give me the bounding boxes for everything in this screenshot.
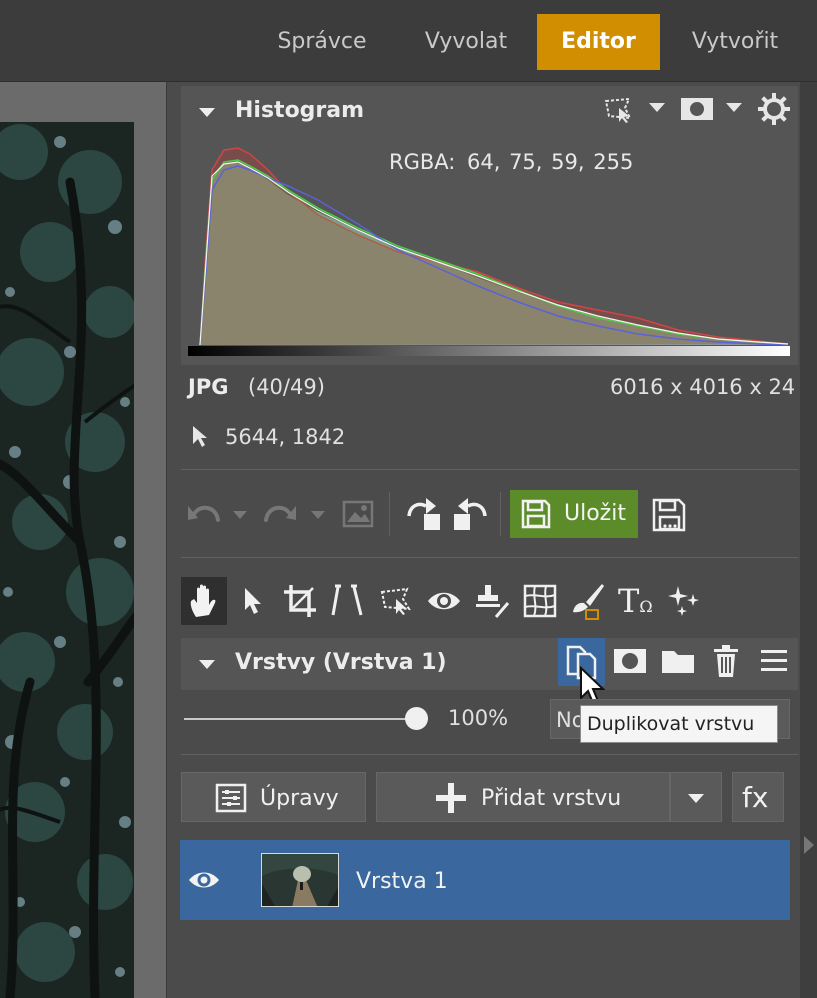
add-layer-button[interactable]: Přidat vrstvu	[376, 772, 670, 822]
folder-icon[interactable]	[660, 647, 696, 675]
image-canvas-area[interactable]	[0, 82, 166, 998]
tab-vytvorit[interactable]: Vytvořit	[676, 14, 794, 70]
file-index: (40/49)	[248, 375, 325, 399]
opacity-slider-handle[interactable]	[405, 707, 428, 730]
opacity-slider-track[interactable]	[184, 718, 416, 720]
opacity-value: 100%	[448, 706, 509, 730]
brush-icon[interactable]	[570, 582, 606, 620]
tab-vyvolat[interactable]: Vyvolat	[406, 14, 526, 70]
save-icon	[521, 499, 551, 529]
histogram-title: Histogram	[235, 98, 365, 123]
file-format: JPG	[188, 375, 229, 399]
chevron-down-icon	[688, 794, 704, 803]
adjustments-button[interactable]: Úpravy	[181, 772, 366, 822]
save-as-icon[interactable]	[651, 497, 687, 533]
layer-mask-icon[interactable]	[613, 648, 647, 674]
eye-icon[interactable]	[426, 588, 462, 614]
divider	[181, 754, 798, 755]
top-nav-bar: Správce Vyvolat Editor Vytvořit	[0, 0, 817, 82]
layer-visibility-eye-icon[interactable]	[187, 868, 221, 892]
fx-label: fx	[742, 781, 769, 814]
selection-mode-icon[interactable]	[603, 96, 635, 124]
panel-collapse-strip[interactable]	[800, 82, 817, 998]
trash-icon[interactable]	[712, 644, 740, 678]
perspective-grid-icon[interactable]	[522, 583, 558, 619]
photo-preview[interactable]	[0, 122, 134, 998]
app-window: Správce Vyvolat Editor Vytvořit Histogra…	[0, 0, 817, 998]
lasso-selection-icon[interactable]	[379, 586, 413, 616]
redo-dropdown-icon[interactable]	[311, 511, 325, 519]
layer-name: Vrstva 1	[356, 869, 448, 894]
clone-stamp-icon[interactable]	[474, 583, 510, 619]
collapse-caret-icon[interactable]	[199, 660, 215, 669]
mask-dropdown-icon[interactable]	[726, 103, 742, 112]
text-tool-icon[interactable]: TΩ	[618, 582, 653, 620]
menu-icon[interactable]	[760, 648, 788, 674]
toolbar-separator	[389, 492, 390, 536]
adjustments-icon	[215, 783, 247, 813]
rgba-label: RGBA:	[389, 150, 456, 174]
gear-icon[interactable]	[757, 92, 791, 126]
divider	[181, 469, 798, 470]
undo-dropdown-icon[interactable]	[233, 511, 247, 519]
undo-icon[interactable]	[186, 500, 222, 532]
mask-mode-icon[interactable]	[680, 97, 714, 121]
tooltip: Duplikovat vrstvu	[580, 705, 778, 743]
hand-tool-button[interactable]	[181, 577, 227, 625]
tab-editor[interactable]: Editor	[537, 14, 660, 70]
save-button-label: Uložit	[564, 501, 626, 526]
hand-icon	[190, 584, 216, 617]
save-button[interactable]: Uložit	[510, 490, 638, 538]
selection-dropdown-icon[interactable]	[649, 103, 665, 112]
rgba-value: 64, 75, 59, 255	[467, 150, 634, 174]
add-layer-dropdown-button[interactable]	[670, 772, 722, 822]
rotate-left-icon[interactable]	[404, 496, 442, 532]
image-dimensions: 6016 x 4016 x 24	[610, 375, 796, 399]
plus-icon	[436, 783, 466, 813]
redo-icon[interactable]	[262, 500, 298, 532]
crop-icon[interactable]	[283, 584, 317, 618]
adjustments-label: Úpravy	[260, 786, 339, 811]
rotate-right-icon[interactable]	[452, 496, 490, 532]
divider	[181, 557, 798, 558]
layers-header[interactable]: Vrstvy (Vrstva 1)	[181, 638, 798, 690]
tab-spravce[interactable]: Správce	[262, 14, 382, 70]
layer-thumbnail-image	[262, 854, 338, 906]
layers-title: Vrstvy (Vrstva 1)	[235, 650, 447, 675]
sparkle-effects-icon[interactable]	[666, 584, 702, 618]
toolbar-separator	[500, 492, 501, 536]
straighten-icon[interactable]	[330, 583, 364, 619]
cursor-icon	[193, 426, 207, 447]
add-layer-label: Přidat vrstvu	[481, 786, 622, 811]
layer-thumbnail[interactable]	[261, 853, 339, 907]
cursor-position: 5644, 1842	[225, 425, 346, 449]
collapse-caret-icon[interactable]	[199, 108, 215, 117]
chevron-right-icon[interactable]	[804, 836, 814, 854]
image-compare-icon[interactable]	[342, 500, 374, 528]
arrow-cursor-icon[interactable]	[241, 586, 265, 616]
fx-button[interactable]: fx	[732, 772, 784, 822]
